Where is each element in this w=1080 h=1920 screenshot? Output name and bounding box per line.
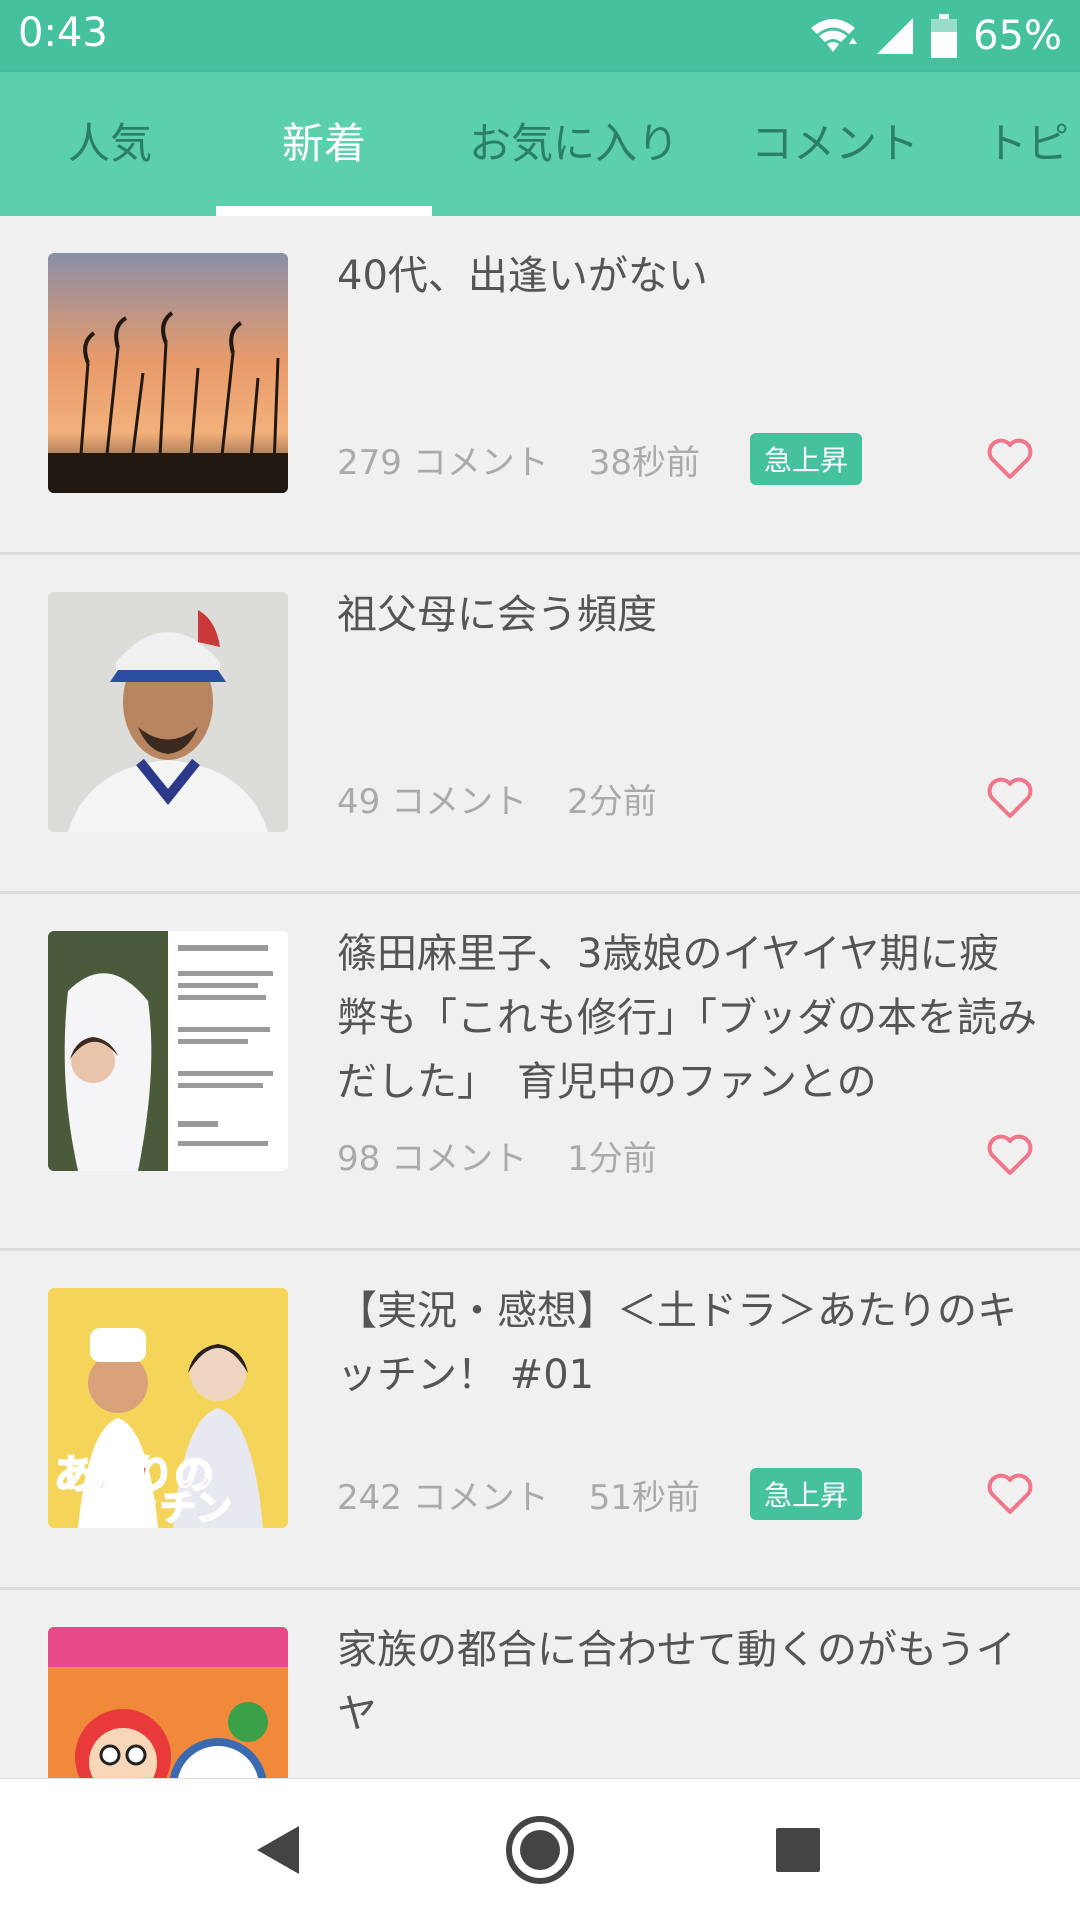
topic-thumbnail: [48, 1627, 288, 1778]
system-navigation-bar: [0, 1778, 1080, 1920]
topic-list: 40代、出逢いがない 279 コメント 38秒前 急上昇 祖父母に会う頻度 49…: [0, 216, 1080, 1778]
tab-comments[interactable]: コメント: [740, 72, 930, 216]
topic-meta: 242 コメント 51秒前 急上昇: [337, 1467, 862, 1521]
comment-count: 98 コメント: [337, 1138, 528, 1179]
time-ago: 1分前: [567, 1138, 657, 1179]
heart-icon[interactable]: [986, 437, 1034, 481]
comment-count: 279 コメント: [337, 442, 549, 483]
topic-title: 【実況・感想】＜土ドラ＞あたりのキッチン！ #01: [337, 1288, 1017, 1398]
tab-topics[interactable]: トピ: [985, 72, 1080, 216]
recents-icon[interactable]: [755, 1807, 841, 1893]
heart-icon[interactable]: [986, 776, 1034, 820]
topic-item[interactable]: 篠田麻里子、3歳娘のイヤイヤ期に疲弊も「これも修行」「ブッダの本を読みだした」 …: [0, 894, 1080, 1251]
time-ago: 38秒前: [588, 442, 700, 483]
battery-icon: [931, 14, 958, 58]
time-ago: 2分前: [567, 781, 657, 822]
status-icons: 65%: [807, 8, 1062, 64]
topic-title: 祖父母に会う頻度: [337, 592, 657, 638]
tab-favorites[interactable]: お気に入り: [460, 72, 688, 216]
status-time: 0:43: [18, 10, 108, 56]
tab-new[interactable]: 新着: [216, 72, 432, 216]
topic-thumbnail: [48, 592, 288, 832]
time-ago: 51秒前: [588, 1477, 700, 1518]
topic-item[interactable]: 40代、出逢いがない 279 コメント 38秒前 急上昇: [0, 216, 1080, 555]
topic-title: 家族の都合に合わせて動くのがもうイヤ: [337, 1627, 1016, 1737]
topic-meta: 49 コメント 2分前: [337, 771, 657, 825]
topic-item[interactable]: 祖父母に会う頻度 49 コメント 2分前: [0, 555, 1080, 894]
trending-badge: 急上昇: [749, 433, 862, 485]
status-bar: 0:43 65%: [0, 0, 1080, 72]
heart-icon[interactable]: [986, 1472, 1034, 1516]
topic-meta: 279 コメント 38秒前 急上昇: [337, 432, 862, 486]
topic-thumbnail: あたりの キッチン: [48, 1288, 288, 1528]
comment-count: 242 コメント: [337, 1477, 549, 1518]
trending-badge: 急上昇: [749, 1468, 862, 1520]
topic-title: 篠田麻里子、3歳娘のイヤイヤ期に疲弊も「これも修行」「ブッダの本を読みだした」 …: [337, 931, 1037, 1105]
tab-popular[interactable]: 人気: [40, 72, 180, 216]
home-icon[interactable]: [497, 1807, 583, 1893]
svg-text:キッチン: キッチン: [88, 1488, 232, 1528]
topic-thumbnail: [48, 931, 288, 1171]
wifi-icon: [811, 19, 858, 52]
signal-icon: [877, 18, 914, 54]
heart-icon[interactable]: [986, 1133, 1034, 1177]
battery-percentage: 65%: [973, 13, 1062, 59]
topic-title: 40代、出逢いがない: [337, 253, 708, 299]
back-icon[interactable]: [237, 1807, 323, 1893]
comment-count: 49 コメント: [337, 781, 528, 822]
topic-item[interactable]: 家族の都合に合わせて動くのがもうイヤ: [0, 1590, 1080, 1778]
topic-meta: 98 コメント 1分前: [337, 1128, 657, 1182]
active-tab-indicator: [216, 206, 432, 216]
topic-thumbnail: [48, 253, 288, 493]
topic-item[interactable]: あたりの キッチン 【実況・感想】＜土ドラ＞あたりのキッチン！ #01 242 …: [0, 1251, 1080, 1590]
category-tab-bar: 人気 新着 お気に入り コメント トピ: [0, 72, 1080, 216]
